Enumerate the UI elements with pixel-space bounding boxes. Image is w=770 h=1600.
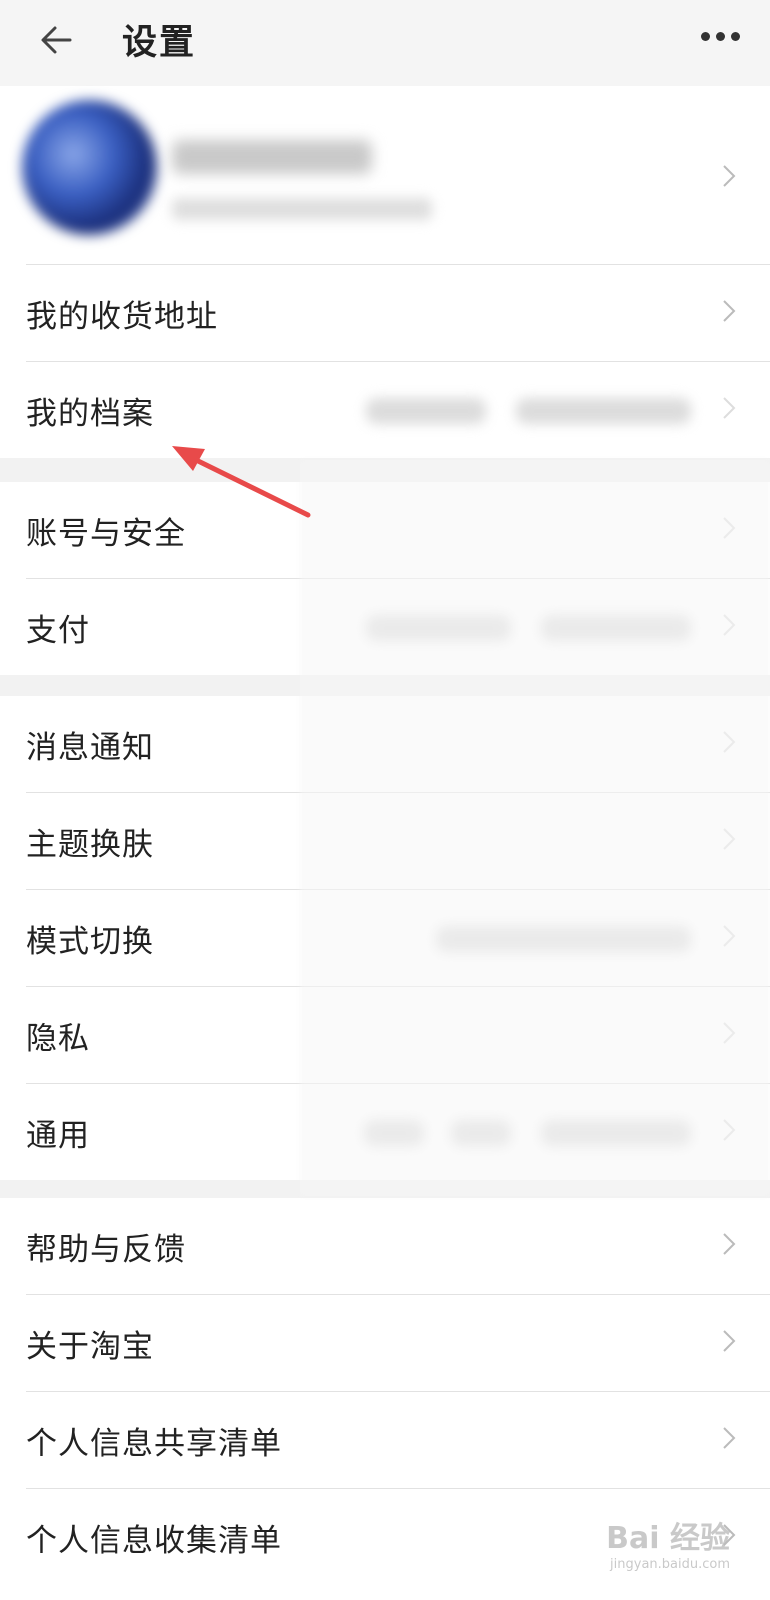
avatar[interactable] <box>22 100 157 235</box>
chevron-right-icon <box>722 164 736 188</box>
more-dots-icon <box>701 31 710 41</box>
settings-item-label: 我的收货地址 <box>26 298 218 335</box>
settings-item-label: 帮助与反馈 <box>26 1231 186 1268</box>
blurred-value <box>516 398 691 424</box>
settings-item-label: 我的档案 <box>26 395 154 432</box>
chevron-right-icon <box>722 1232 736 1256</box>
chevron-right-icon <box>722 299 736 323</box>
more-button[interactable] <box>701 28 740 44</box>
watermark: Bai 经验 jingyan.baidu.com <box>606 1521 730 1572</box>
chevron-right-icon <box>722 396 736 420</box>
back-button[interactable] <box>38 20 78 60</box>
settings-item-label: 模式切换 <box>26 923 154 960</box>
settings-item-label: 通用 <box>26 1117 90 1154</box>
user-id-blurred <box>172 198 432 220</box>
top-bar: 设置 <box>0 0 770 86</box>
blurred-overlay <box>300 460 770 1196</box>
arrow-left-icon <box>41 26 72 54</box>
settings-item-label: 个人信息收集清单 <box>26 1522 282 1559</box>
chevron-right-icon <box>722 1426 736 1450</box>
blurred-value <box>366 398 486 424</box>
page-title: 设置 <box>122 23 197 63</box>
settings-item-about[interactable]: 关于淘宝 <box>26 1295 770 1392</box>
settings-item-info-sharing-list[interactable]: 个人信息共享清单 <box>26 1392 770 1489</box>
settings-item-help-feedback[interactable]: 帮助与反馈 <box>26 1198 770 1295</box>
chevron-right-icon <box>722 1329 736 1353</box>
settings-item-label: 个人信息共享清单 <box>26 1425 282 1462</box>
settings-item-label: 隐私 <box>26 1020 90 1057</box>
settings-item-label: 支付 <box>26 612 90 649</box>
settings-item-archive[interactable]: 我的档案 <box>26 362 770 458</box>
settings-item-label: 主题换肤 <box>26 826 154 863</box>
settings-item-label: 关于淘宝 <box>26 1328 154 1365</box>
settings-item-label: 账号与安全 <box>26 515 186 552</box>
settings-item-label: 消息通知 <box>26 729 154 766</box>
user-name-blurred <box>172 140 372 174</box>
settings-item-address[interactable]: 我的收货地址 <box>26 265 770 362</box>
